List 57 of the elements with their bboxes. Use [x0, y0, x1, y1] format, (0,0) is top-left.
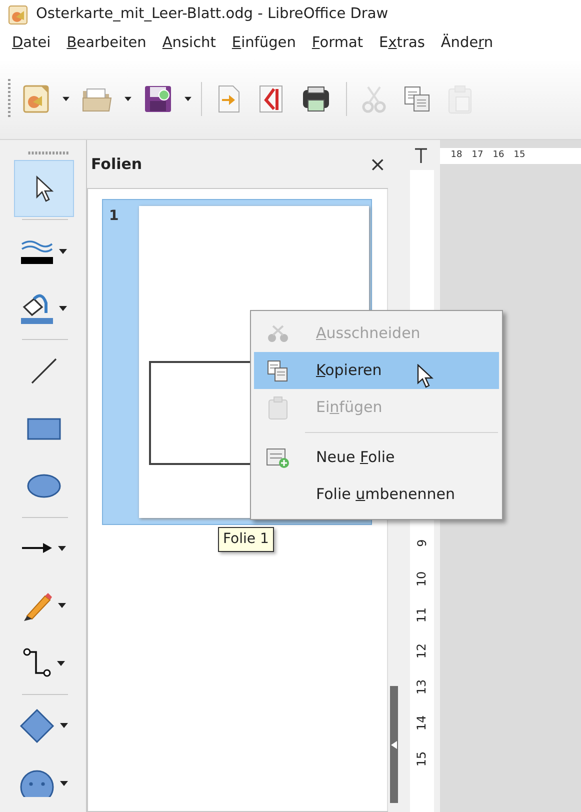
ruler-number: 10 — [414, 571, 430, 587]
menu-item[interactable]: Format — [304, 33, 372, 55]
ruler-number: 9 — [414, 539, 430, 547]
slide-number: 1 — [109, 207, 120, 226]
mouse-cursor-icon — [416, 364, 434, 388]
close-button[interactable]: × — [369, 154, 386, 174]
tooltip: Folie 1 — [218, 527, 274, 552]
rectangle-icon[interactable] — [26, 416, 62, 441]
menu-item[interactable]: Ansicht — [154, 33, 224, 55]
fill-bucket-icon[interactable] — [20, 292, 54, 325]
smiley-icon[interactable] — [19, 769, 55, 798]
diamond-icon[interactable] — [19, 708, 55, 744]
copy-icon — [267, 360, 289, 382]
dropdown-arrow-icon[interactable] — [123, 96, 133, 102]
menu-item[interactable]: Bearbeiten — [58, 33, 154, 55]
dropdown-arrow-icon[interactable] — [183, 96, 193, 102]
pdf-button[interactable] — [258, 84, 284, 114]
save-button[interactable] — [143, 84, 173, 114]
ruler-number: 16 — [492, 149, 506, 162]
dropdown-arrow-icon[interactable] — [61, 96, 71, 102]
ruler-number: 11 — [414, 607, 430, 623]
ruler-number: 13 — [414, 679, 430, 695]
scissors-icon — [267, 324, 289, 344]
toolbar-grip-icon[interactable] — [8, 78, 13, 118]
ruler-origin-icon — [414, 147, 428, 163]
arrow-line-icon[interactable] — [21, 542, 53, 554]
print-button[interactable] — [300, 84, 332, 112]
menu-item[interactable]: Einfügen — [224, 33, 304, 55]
dropdown-arrow-icon[interactable] — [59, 780, 69, 787]
window-title: Osterkarte_mit_Leer-Blatt.odg - LibreOffice Draw — [36, 5, 388, 24]
dropdown-arrow-icon[interactable] — [59, 722, 69, 730]
clipboard-icon — [268, 396, 288, 420]
panel-title: Folien — [91, 154, 142, 175]
menu-item[interactable]: Extras — [371, 33, 433, 55]
ruler-number: 14 — [414, 715, 430, 731]
dropdown-arrow-icon[interactable] — [58, 248, 68, 255]
scrollbar-thumb[interactable] — [390, 686, 398, 803]
add-slide-icon — [266, 446, 290, 468]
dropdown-arrow-icon[interactable] — [58, 305, 68, 312]
dropdown-arrow-icon[interactable] — [57, 544, 67, 552]
menu-item[interactable]: Ändern — [432, 33, 502, 55]
ellipse-icon[interactable] — [26, 472, 62, 499]
menu-item[interactable]: Datei — [4, 33, 59, 55]
ruler-number: 15 — [414, 751, 430, 767]
collapse-arrow-icon[interactable] — [390, 740, 398, 750]
line-icon[interactable] — [29, 356, 59, 386]
dropdown-arrow-icon[interactable] — [57, 602, 67, 610]
ruler-number: 17 — [470, 149, 484, 162]
connector-icon[interactable] — [22, 647, 52, 680]
ruler-number: 12 — [414, 643, 430, 659]
ruler-number: 18 — [450, 149, 464, 162]
tool-button[interactable] — [14, 160, 74, 218]
app-icon — [8, 5, 28, 25]
ruler-number: 15 — [512, 149, 526, 162]
copy-button[interactable] — [403, 84, 431, 112]
dropdown-arrow-icon[interactable] — [56, 660, 66, 667]
menu-item[interactable]: Kopieren — [254, 352, 499, 389]
